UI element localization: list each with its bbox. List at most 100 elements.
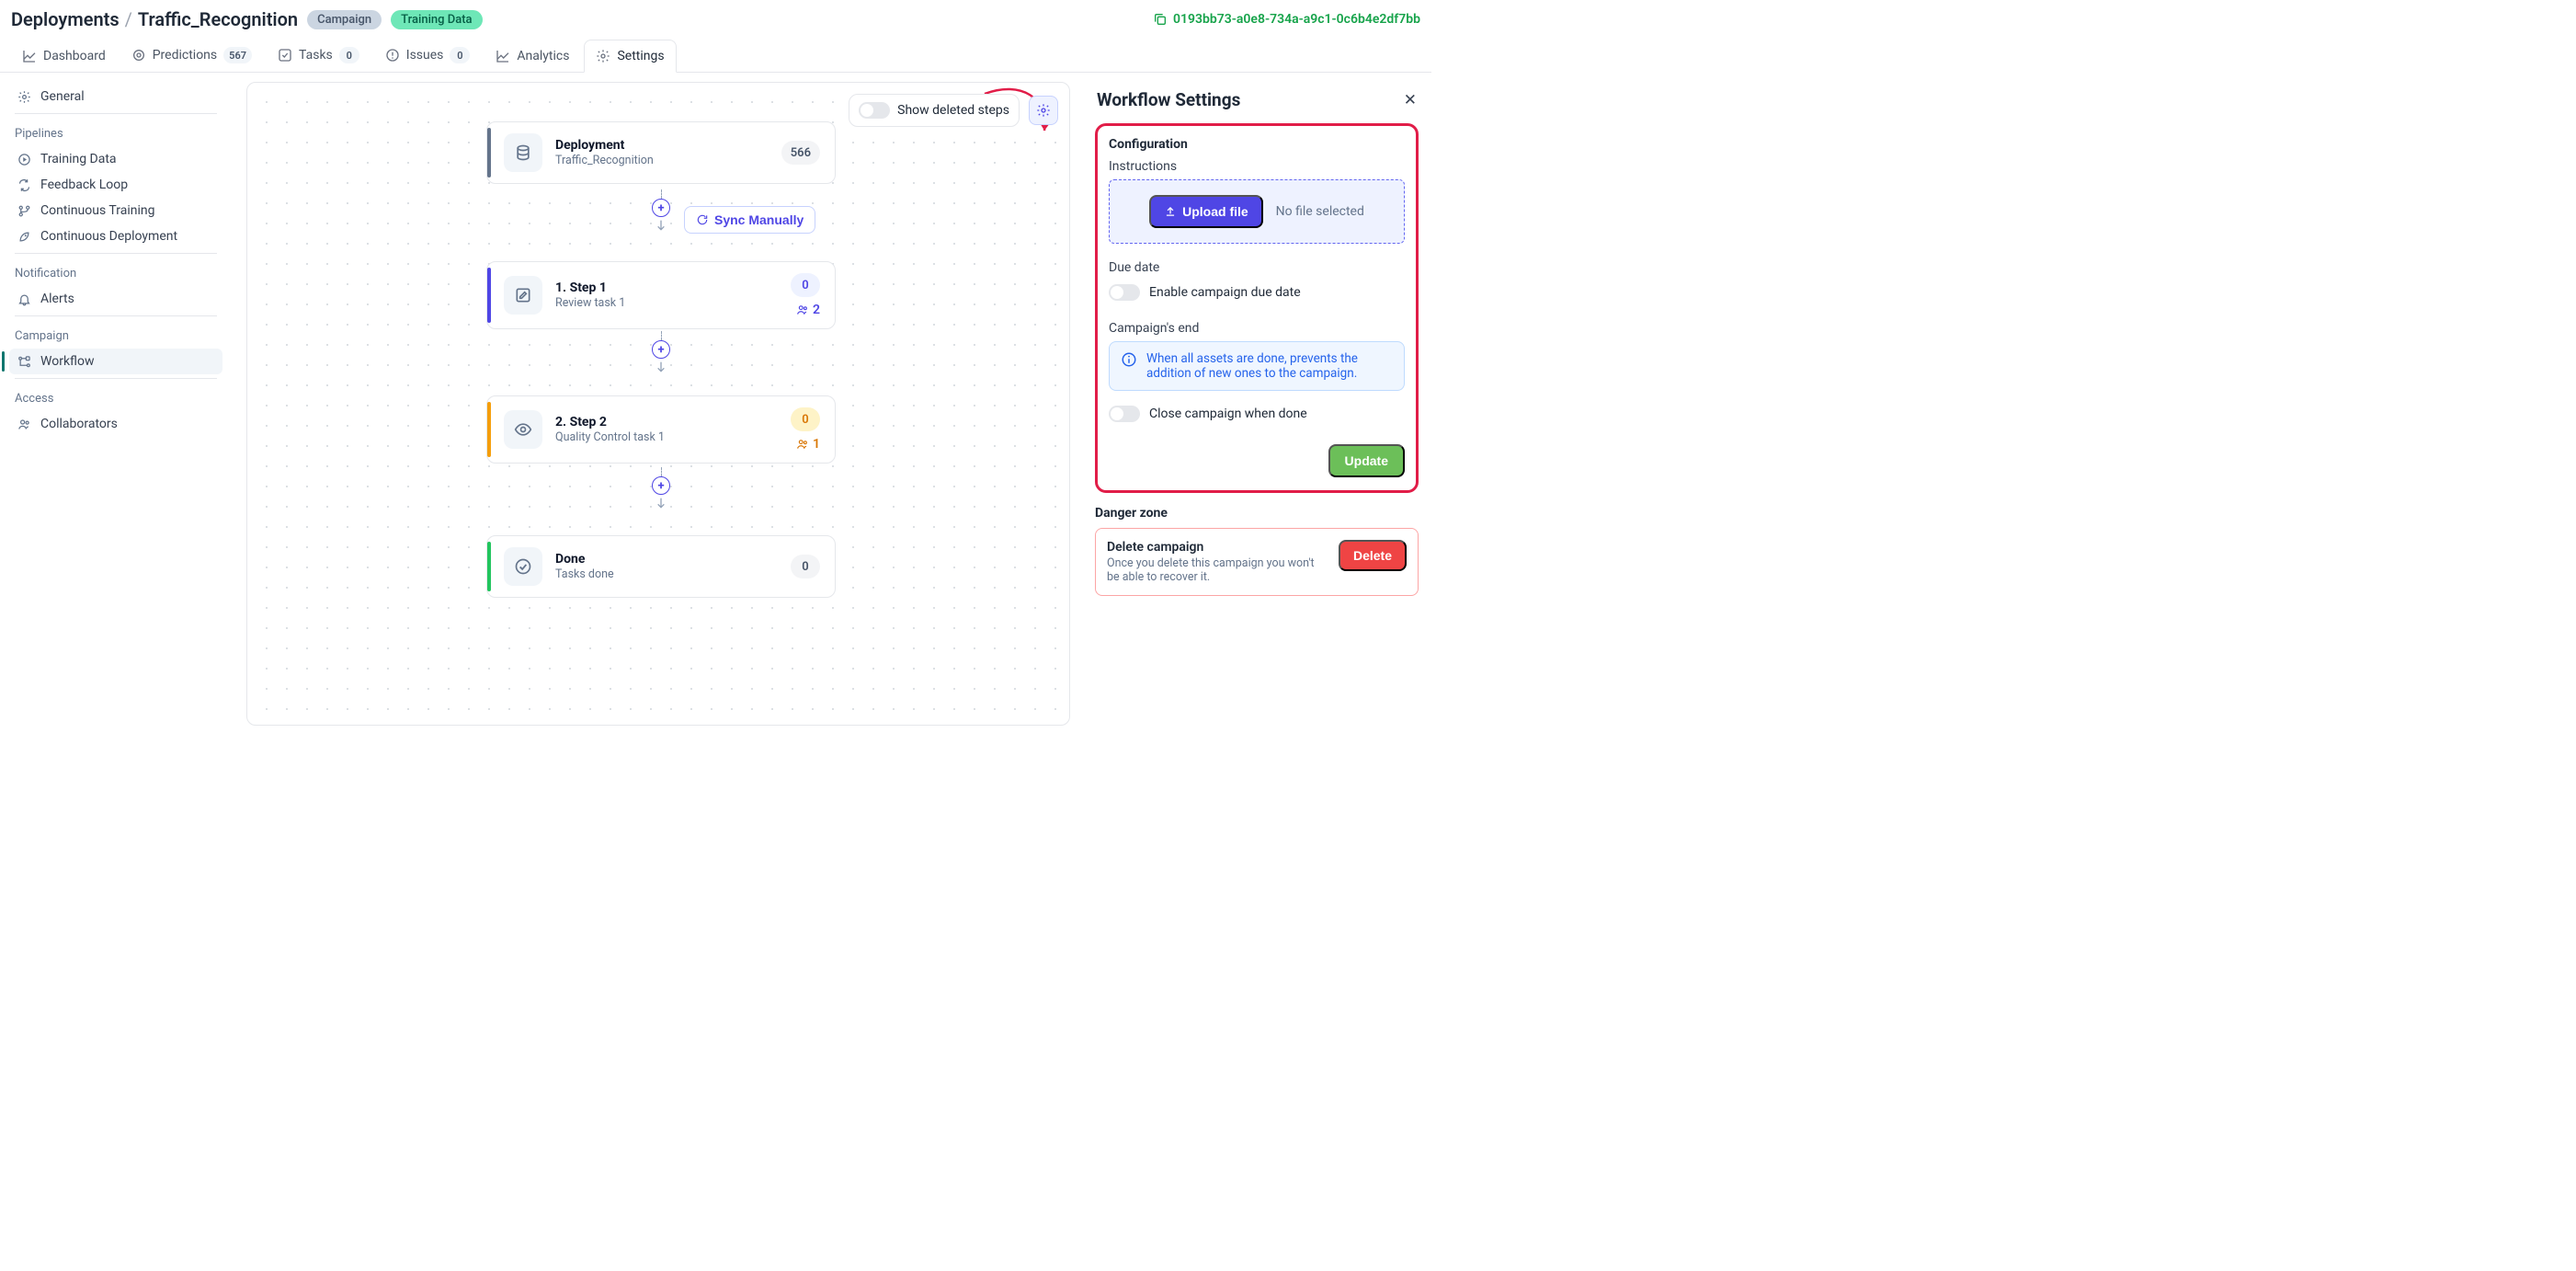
linechart-icon	[22, 49, 37, 63]
card-title: Done	[555, 552, 776, 567]
campaign-end-info: When all assets are done, prevents the a…	[1109, 341, 1405, 391]
gear-icon	[1036, 103, 1051, 118]
breadcrumb: Deployments / Traffic_Recognition	[11, 8, 298, 30]
sidebar-group-pipelines: Pipelines	[9, 118, 222, 146]
refresh-icon	[696, 213, 709, 226]
card-count: 566	[781, 141, 820, 165]
sidebar-item-label: Feedback Loop	[40, 177, 128, 192]
show-deleted-toggle[interactable]	[859, 102, 890, 119]
delete-campaign-subtitle: Once you delete this campaign you won't …	[1107, 556, 1329, 584]
card-count: 0	[791, 555, 820, 578]
loop-icon	[17, 178, 31, 192]
card-accent	[487, 268, 491, 323]
gear-icon	[596, 49, 610, 63]
arrow-down-icon	[654, 360, 668, 374]
add-step-button[interactable]: +	[652, 340, 670, 359]
show-deleted-label: Show deleted steps	[897, 103, 1009, 118]
tab-dashboard-label: Dashboard	[43, 49, 106, 63]
instructions-dropzone[interactable]: Upload file No file selected	[1109, 179, 1405, 244]
panel-title: Workflow Settings	[1097, 89, 1240, 110]
workflow-card-step-2[interactable]: 2. Step 2 Quality Control task 1 0 1	[486, 395, 836, 464]
predictions-count-badge: 567	[223, 47, 252, 63]
sidebar-item-workflow[interactable]: Workflow	[9, 349, 222, 374]
campaign-end-info-text: When all assets are done, prevents the a…	[1146, 351, 1393, 381]
delete-button[interactable]: Delete	[1339, 540, 1407, 571]
workflow-card-deployment[interactable]: Deployment Traffic_Recognition 566	[486, 121, 836, 184]
tab-predictions[interactable]: Predictions 567	[120, 39, 263, 72]
due-date-toggle-label: Enable campaign due date	[1149, 285, 1301, 300]
sidebar-item-continuous-training[interactable]: Continuous Training	[9, 198, 222, 223]
copy-icon	[1153, 12, 1168, 27]
campaign-end-label: Campaign's end	[1109, 321, 1405, 336]
add-step-button[interactable]: +	[652, 476, 670, 495]
target-icon	[131, 48, 146, 63]
tab-issues[interactable]: Issues 0	[374, 39, 482, 72]
sidebar-item-label: Alerts	[40, 292, 74, 306]
sidebar-item-feedback-loop[interactable]: Feedback Loop	[9, 172, 222, 198]
upload-file-button[interactable]: Upload file	[1149, 195, 1263, 228]
tab-dashboard[interactable]: Dashboard	[11, 40, 117, 72]
settings-sidebar: General Pipelines Training Data Feedback…	[0, 73, 232, 735]
tab-settings-label: Settings	[617, 49, 664, 63]
workflow-card-done[interactable]: Done Tasks done 0	[486, 535, 836, 598]
sidebar-group-notification: Notification	[9, 258, 222, 286]
delete-campaign-title: Delete campaign	[1107, 540, 1329, 555]
edit-icon	[514, 286, 532, 304]
deployment-id: 0193bb73-a0e8-734a-a9c1-0c6b4e2df7bb	[1173, 12, 1420, 27]
card-subtitle: Quality Control task 1	[555, 430, 776, 444]
tab-tasks-label: Tasks	[299, 48, 333, 63]
close-when-done-label: Close campaign when done	[1149, 406, 1307, 421]
play-icon	[17, 153, 31, 166]
workflow-settings-panel: Workflow Settings ✕ Configuration Instru…	[1082, 73, 1431, 735]
divider	[15, 378, 217, 379]
workflow-settings-button[interactable]	[1029, 96, 1058, 125]
card-subtitle: Traffic_Recognition	[555, 154, 769, 167]
people-icon	[796, 303, 809, 316]
add-step-button[interactable]: +	[652, 199, 670, 217]
check-circle-icon	[514, 557, 532, 576]
update-button-label: Update	[1345, 453, 1388, 468]
sync-manually-label: Sync Manually	[714, 212, 804, 227]
close-panel-button[interactable]: ✕	[1404, 91, 1417, 109]
assignee-count: 1	[813, 437, 820, 452]
sidebar-item-training-data[interactable]: Training Data	[9, 146, 222, 172]
card-accent	[487, 128, 491, 177]
people-icon	[17, 418, 31, 431]
bell-icon	[17, 292, 31, 306]
sidebar-item-general[interactable]: General	[9, 84, 222, 109]
card-title: Deployment	[555, 138, 769, 153]
instructions-label: Instructions	[1109, 159, 1405, 174]
breadcrumb-root[interactable]: Deployments	[11, 8, 120, 30]
copy-id-button[interactable]: 0193bb73-a0e8-734a-a9c1-0c6b4e2df7bb	[1153, 12, 1420, 27]
sidebar-item-continuous-deployment[interactable]: Continuous Deployment	[9, 223, 222, 249]
tab-settings[interactable]: Settings	[584, 40, 676, 73]
card-subtitle: Review task 1	[555, 296, 776, 310]
sidebar-item-collaborators[interactable]: Collaborators	[9, 411, 222, 437]
sidebar-item-label: Workflow	[40, 354, 95, 369]
tab-analytics-label: Analytics	[517, 49, 569, 63]
page-header: Deployments / Traffic_Recognition Campai…	[0, 0, 1431, 33]
tag-campaign: Campaign	[307, 10, 382, 29]
sidebar-item-label: General	[40, 89, 85, 104]
due-date-toggle[interactable]	[1109, 284, 1140, 301]
divider	[15, 113, 217, 114]
workflow-card-step-1[interactable]: 1. Step 1 Review task 1 0 2	[486, 261, 836, 329]
linechart-icon	[496, 49, 510, 63]
connector-line	[661, 467, 662, 476]
connector-line	[661, 189, 662, 199]
workflow-canvas-container: Show deleted steps Deployment Traffic_Re…	[232, 73, 1082, 735]
tab-analytics[interactable]: Analytics	[484, 40, 580, 72]
tab-tasks[interactable]: Tasks 0	[267, 39, 370, 72]
workflow-canvas[interactable]: Show deleted steps Deployment Traffic_Re…	[246, 82, 1070, 726]
breadcrumb-current: Traffic_Recognition	[138, 8, 298, 30]
configuration-highlight-box: Configuration Instructions Upload file N…	[1095, 123, 1419, 493]
sync-manually-button[interactable]: Sync Manually	[684, 206, 815, 234]
no-file-selected-label: No file selected	[1276, 204, 1364, 219]
info-icon	[1121, 351, 1137, 368]
card-count: 0	[791, 273, 820, 297]
update-button[interactable]: Update	[1328, 444, 1405, 477]
sidebar-item-alerts[interactable]: Alerts	[9, 286, 222, 312]
tab-bar: Dashboard Predictions 567 Tasks 0 Issues…	[0, 33, 1431, 73]
sidebar-item-label: Continuous Training	[40, 203, 154, 218]
close-when-done-toggle[interactable]	[1109, 406, 1140, 422]
